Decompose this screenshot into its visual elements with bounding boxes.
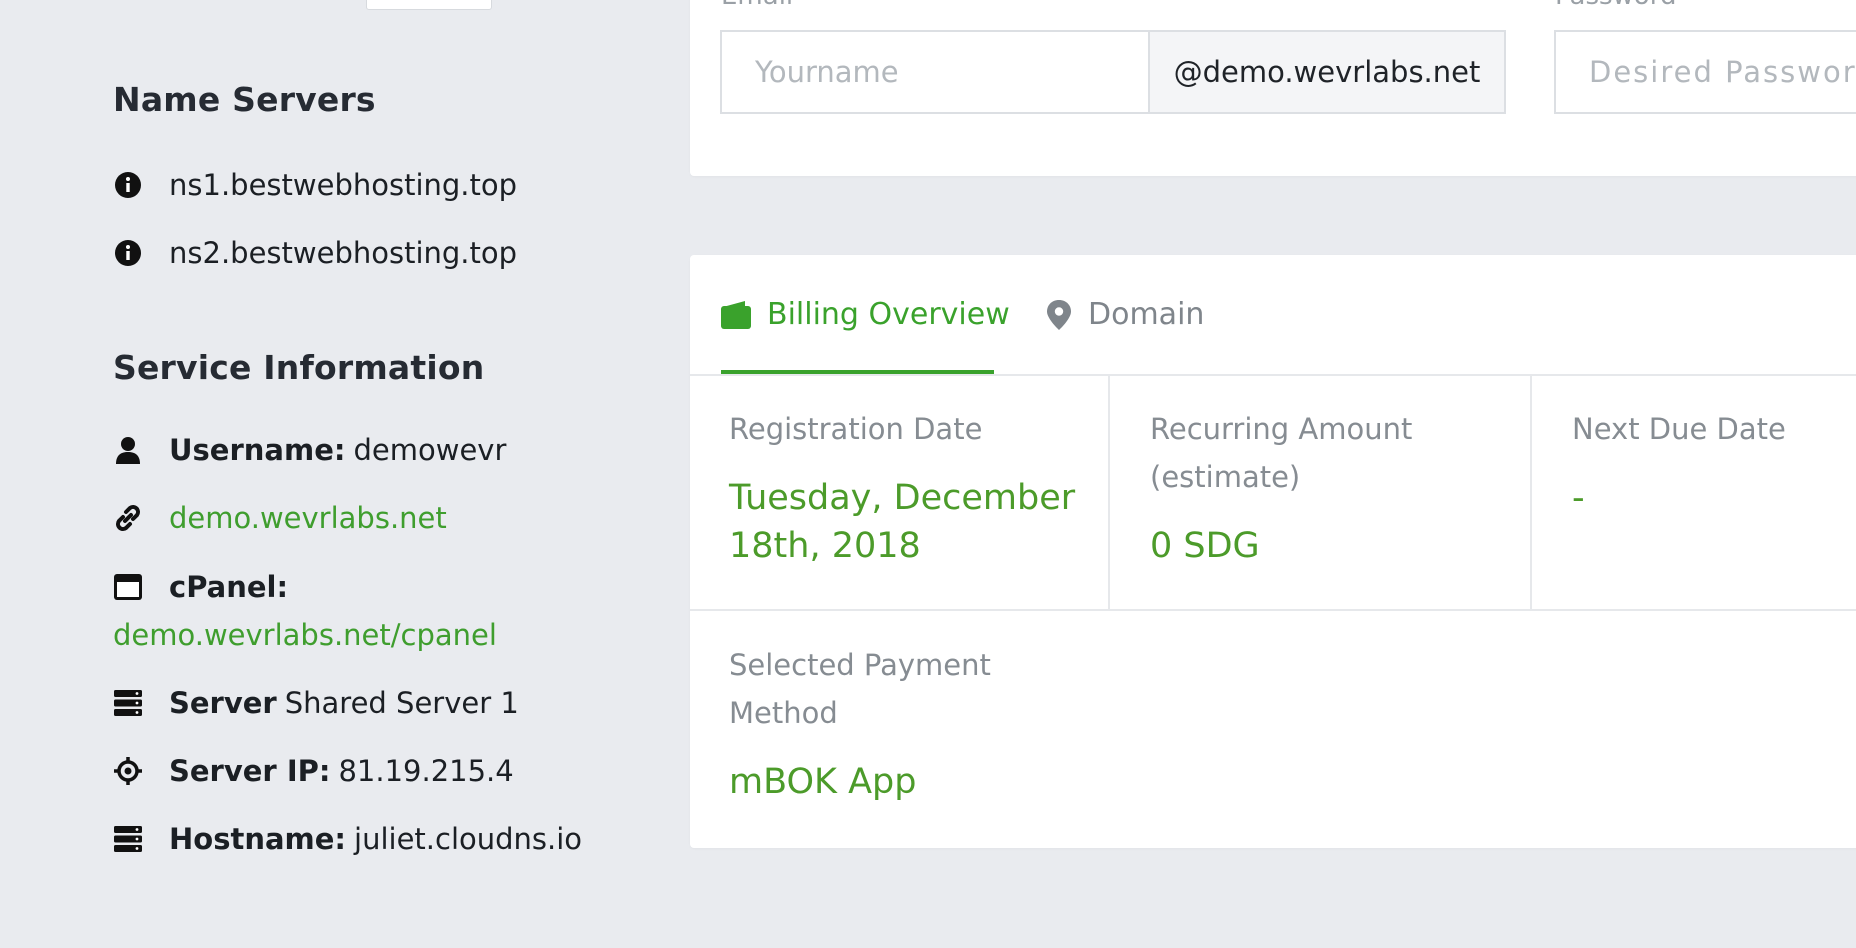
tabs-divider [690, 374, 1856, 376]
hostname-row: Hostname: juliet.cloudns.io [113, 822, 582, 856]
domain-link[interactable]: demo.wevrlabs.net [169, 501, 447, 535]
cpanel-row: cPanel: [113, 570, 296, 604]
recurring-amount-label: Recurring Amount (estimate) [1150, 412, 1413, 494]
hostname-value: juliet.cloudns.io [354, 822, 583, 856]
server-value: Shared Server 1 [284, 686, 519, 720]
domain-row: demo.wevrlabs.net [113, 501, 447, 535]
recurring-amount-value: 0 SDG [1150, 526, 1260, 566]
tab-domain-label: Domain [1088, 297, 1205, 332]
next-due-date-value: - [1572, 478, 1585, 518]
service-information-title: Service Information [113, 348, 485, 387]
email-label: Email [721, 0, 793, 11]
link-icon [113, 503, 143, 533]
username-label: Username: [169, 433, 346, 467]
payment-method-value: mBOK App [729, 762, 917, 802]
server-icon [113, 688, 143, 718]
window-icon [113, 572, 143, 602]
cpanel-label: cPanel: [169, 570, 289, 604]
password-label: Password [1555, 0, 1676, 11]
tab-billing-overview[interactable]: Billing Overview [721, 297, 1010, 332]
payment-method-label: Selected Payment Method [729, 648, 991, 730]
name-servers-title: Name Servers [113, 80, 376, 119]
server-icon [113, 824, 143, 854]
crosshairs-icon [113, 756, 143, 786]
server-ip-value: 81.19.215.4 [338, 754, 514, 788]
wallet-icon [721, 300, 751, 329]
next-due-date-label: Next Due Date [1572, 412, 1786, 446]
name-server-text: ns1.bestwebhosting.top [169, 168, 518, 202]
info-icon [113, 238, 143, 268]
name-server-text: ns2.bestwebhosting.top [169, 236, 518, 270]
email-username-input[interactable]: Yourname [720, 30, 1150, 114]
name-server-item: ns1.bestwebhosting.top [113, 168, 517, 202]
password-input[interactable]: Desired Password [1554, 30, 1856, 114]
email-domain-addon: @demo.wevrlabs.net [1148, 30, 1506, 114]
cell-divider [1108, 376, 1110, 610]
server-ip-row: Server IP: 81.19.215.4 [113, 754, 514, 788]
tab-billing-overview-label: Billing Overview [767, 297, 1010, 332]
hostname-label: Hostname: [169, 822, 347, 856]
registration-date-value: Tuesday, December 18th, 2018 [729, 478, 1076, 566]
map-pin-icon [1046, 299, 1072, 330]
server-ip-label: Server IP: [169, 754, 331, 788]
top-button-stub[interactable] [366, 0, 492, 10]
username-row: Username: demowevr [113, 433, 506, 467]
info-icon [113, 170, 143, 200]
user-icon [113, 435, 143, 465]
cell-divider [1530, 376, 1532, 610]
name-server-item: ns2.bestwebhosting.top [113, 236, 517, 270]
row-divider [690, 609, 1856, 611]
registration-date-label: Registration Date [729, 412, 983, 446]
tab-domain[interactable]: Domain [1046, 297, 1204, 332]
cpanel-link[interactable]: demo.wevrlabs.net/cpanel [113, 618, 497, 652]
server-label: Server [169, 686, 277, 720]
username-value: demowevr [353, 433, 507, 467]
server-row: Server Shared Server 1 [113, 686, 519, 720]
